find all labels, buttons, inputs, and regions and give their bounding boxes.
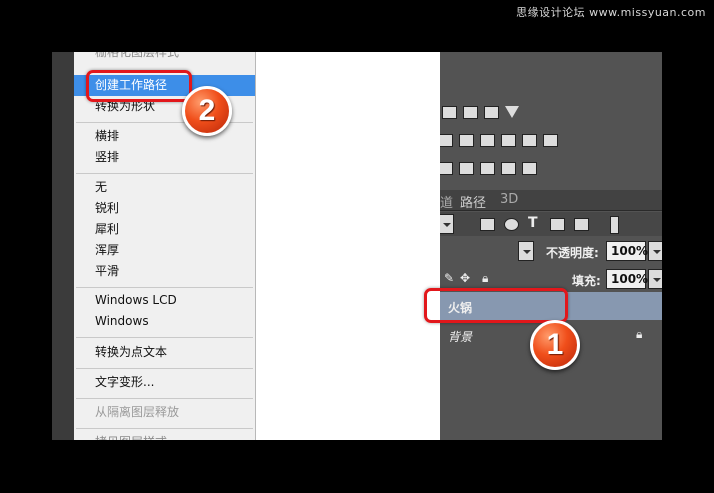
menu-separator: [76, 428, 253, 429]
blend-mode-dropdown[interactable]: [518, 241, 534, 261]
color-balance-icon[interactable]: [459, 134, 474, 147]
posterize-icon[interactable]: [459, 162, 474, 175]
opacity-dropdown[interactable]: [648, 241, 662, 261]
invert-icon[interactable]: [438, 162, 453, 175]
menu-item-antialias-sharp[interactable]: 锐利: [74, 198, 255, 219]
exposure-icon[interactable]: [484, 106, 499, 119]
channel-mixer-icon[interactable]: [522, 134, 537, 147]
filter-toggle-switch[interactable]: [610, 216, 619, 234]
hue-saturation-icon[interactable]: [438, 134, 453, 147]
threshold-icon[interactable]: [480, 162, 495, 175]
watermark: 思缘设计论坛 www.missyuan.com: [516, 6, 706, 19]
type-filter-icon[interactable]: T: [528, 215, 538, 231]
document-canvas: [255, 52, 440, 440]
menu-item-antialias-strong[interactable]: 浑厚: [74, 240, 255, 261]
right-panel: 道 路径 3D T 不透明度: 100% ✎ ✥ 🔒︎ 填充: 100% 火锅 …: [438, 52, 662, 440]
callout-badge-2: 2: [182, 86, 232, 136]
adjustment-icons-row-1: [442, 106, 519, 119]
menu-item-windows-lcd[interactable]: Windows LCD: [74, 290, 255, 311]
pixel-filter-icon[interactable]: [480, 218, 495, 231]
levels-icon[interactable]: [442, 106, 457, 119]
fill-input[interactable]: 100%: [606, 269, 648, 289]
lock-position-icon[interactable]: ✥: [460, 271, 470, 285]
shape-filter-icon[interactable]: [550, 218, 565, 231]
adjustment-icons-row-2: [438, 134, 558, 147]
menu-item-horizontal[interactable]: 横排: [74, 126, 255, 147]
smart-object-filter-icon[interactable]: [574, 218, 589, 231]
menu-separator: [76, 173, 253, 174]
menu-item-warp-text[interactable]: 文字变形...: [74, 372, 255, 393]
black-white-icon[interactable]: [480, 134, 495, 147]
menu-item-vertical[interactable]: 竖排: [74, 147, 255, 168]
left-toolbar-strip: [52, 52, 74, 440]
lock-icon: 🔒︎: [636, 327, 643, 341]
menu-item-copy-layer-style[interactable]: 拷贝图层样式: [74, 432, 255, 440]
lock-all-icon[interactable]: 🔒︎: [482, 271, 488, 286]
photoshop-window: 道 路径 3D T 不透明度: 100% ✎ ✥ 🔒︎ 填充: 100% 火锅 …: [52, 52, 662, 440]
callout-box-layer: [424, 288, 568, 323]
menu-separator: [76, 287, 253, 288]
callout-box-create-work-path: [86, 70, 192, 102]
menu-separator: [76, 398, 253, 399]
menu-separator: [76, 337, 253, 338]
menu-item-antialias-smooth[interactable]: 平滑: [74, 261, 255, 282]
curves-icon[interactable]: [463, 106, 478, 119]
color-lookup-icon[interactable]: [543, 134, 558, 147]
panel-tab-bar: 道 路径 3D: [438, 190, 662, 211]
fill-label: 填充:: [572, 274, 601, 288]
layer-name: 背景: [448, 330, 473, 344]
menu-item-rasterize-layer-style[interactable]: 栅格化图层样式: [74, 52, 255, 63]
tab-3d[interactable]: 3D: [500, 192, 518, 207]
menu-item-release-from-isolation: 从隔离图层释放: [95, 405, 180, 419]
photo-filter-icon[interactable]: [501, 134, 516, 147]
tab-paths[interactable]: 路径: [460, 192, 486, 211]
vibrance-icon[interactable]: [505, 106, 519, 118]
menu-item-antialias-crisp[interactable]: 犀利: [74, 219, 255, 240]
callout-badge-1: 1: [530, 320, 580, 370]
opacity-label: 不透明度:: [546, 246, 599, 260]
menu-item-antialias-none[interactable]: 无: [74, 177, 255, 198]
adjustment-icons-row-3: [438, 162, 537, 175]
filter-kind-dropdown[interactable]: [438, 214, 454, 234]
fill-dropdown[interactable]: [648, 269, 662, 289]
opacity-input[interactable]: 100%: [606, 241, 648, 261]
layer-filter-row: T: [438, 212, 662, 236]
lock-pixels-icon[interactable]: ✎: [444, 271, 454, 285]
menu-separator: [76, 368, 253, 369]
gradient-map-icon[interactable]: [501, 162, 516, 175]
adjustment-filter-icon[interactable]: [504, 218, 519, 231]
selective-color-icon[interactable]: [522, 162, 537, 175]
tab-channels[interactable]: 道: [440, 192, 453, 211]
menu-item-convert-to-point-text[interactable]: 转换为点文本: [74, 342, 255, 363]
menu-item-windows[interactable]: Windows: [74, 311, 255, 332]
